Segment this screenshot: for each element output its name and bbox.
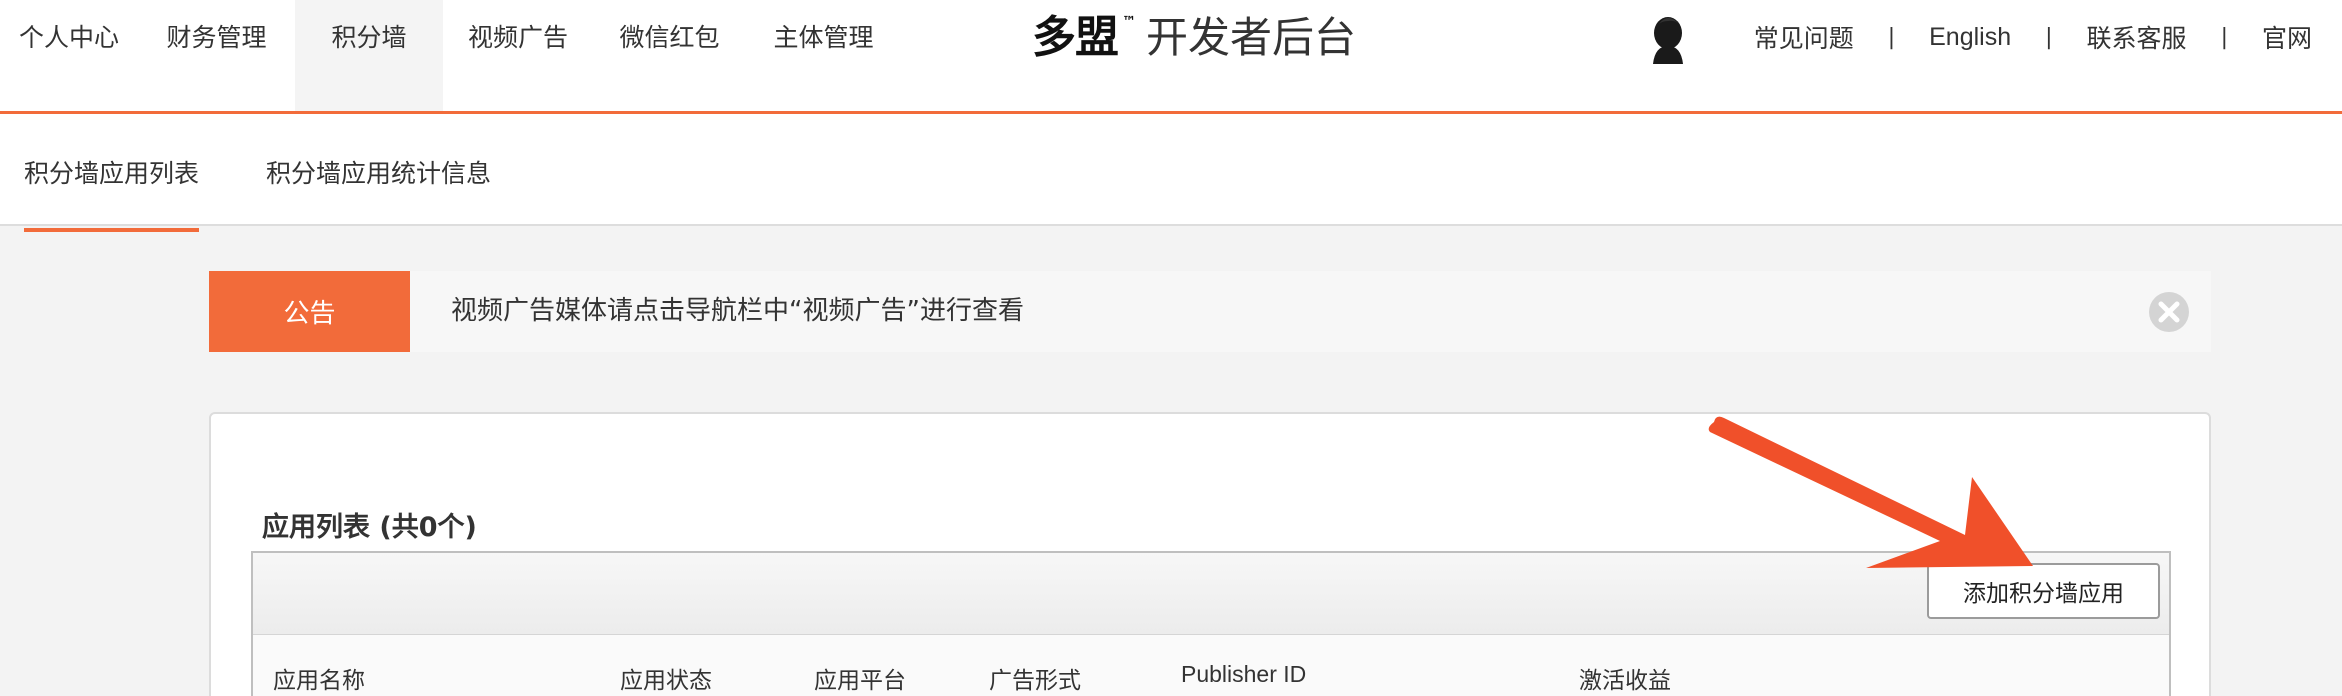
announcement-bar: 公告 视频广告媒体请点击导航栏中“视频广告”进行查看 bbox=[209, 271, 2211, 352]
utility-nav: 常见问题 | English | 联系客服 | 官网 bbox=[1754, 20, 2312, 54]
nav-item-offerwall[interactable]: 积分墙 bbox=[295, 0, 443, 111]
official-site-link[interactable]: 官网 bbox=[2262, 19, 2312, 55]
app-list-panel: 应用列表 (共0个) 添加积分墙应用 应用名称 应用状态 应用平台 广告形式 P… bbox=[209, 412, 2211, 696]
main-nav: 个人中心 财务管理 积分墙 视频广告 微信红包 主体管理 bbox=[0, 0, 901, 111]
close-circle-icon[interactable] bbox=[2148, 291, 2190, 333]
brand-title: 开发者后台 bbox=[1146, 13, 1357, 62]
nav-separator: | bbox=[2045, 24, 2053, 50]
add-offerwall-app-button[interactable]: 添加积分墙应用 bbox=[1927, 563, 2160, 619]
contact-support-link[interactable]: 联系客服 bbox=[2087, 19, 2187, 55]
brand[interactable]: 多盟 ™ 开发者后台 bbox=[1032, 8, 1356, 68]
language-english-link[interactable]: English bbox=[1929, 23, 2011, 52]
table-toolbar: 添加积分墙应用 bbox=[253, 553, 2169, 635]
faq-link[interactable]: 常见问题 bbox=[1754, 19, 1854, 55]
app-table: 添加积分墙应用 应用名称 应用状态 应用平台 广告形式 Publisher ID… bbox=[251, 551, 2171, 696]
column-header-ad-format[interactable]: 广告形式 bbox=[989, 661, 1081, 695]
nav-item-finance[interactable]: 财务管理 bbox=[138, 0, 295, 111]
column-header-publisher-id[interactable]: Publisher ID bbox=[1181, 661, 1306, 688]
nav-separator: | bbox=[2220, 24, 2228, 50]
user-avatar-icon[interactable] bbox=[1645, 14, 1691, 64]
announcement-tag: 公告 bbox=[209, 271, 410, 352]
nav-item-wechat-redpacket[interactable]: 微信红包 bbox=[593, 0, 746, 111]
column-header-app-status[interactable]: 应用状态 bbox=[620, 661, 712, 695]
nav-item-video-ads[interactable]: 视频广告 bbox=[443, 0, 593, 111]
subnav-offerwall-app-stats[interactable]: 积分墙应用统计信息 bbox=[266, 154, 491, 228]
nav-item-personal-center[interactable]: 个人中心 bbox=[0, 0, 138, 111]
top-navigation-bar: 个人中心 财务管理 积分墙 视频广告 微信红包 主体管理 多盟 ™ 开发者后台 … bbox=[0, 0, 2342, 114]
brand-trademark: ™ bbox=[1122, 14, 1136, 30]
subnav-offerwall-app-list[interactable]: 积分墙应用列表 bbox=[24, 154, 200, 232]
column-header-activation-revenue[interactable]: 激活收益 bbox=[1579, 661, 1671, 695]
sub-navigation: 积分墙应用列表 积分墙应用统计信息 bbox=[0, 114, 2342, 232]
app-list-title: 应用列表 (共0个) bbox=[262, 512, 477, 543]
nav-separator: | bbox=[1887, 24, 1896, 50]
column-header-app-name[interactable]: 应用名称 bbox=[273, 661, 365, 695]
announcement-text: 视频广告媒体请点击导航栏中“视频广告”进行查看 bbox=[451, 296, 1024, 326]
brand-logo: 多盟 bbox=[1032, 12, 1119, 63]
column-header-app-platform[interactable]: 应用平台 bbox=[814, 661, 906, 695]
nav-item-entity-management[interactable]: 主体管理 bbox=[746, 0, 901, 111]
